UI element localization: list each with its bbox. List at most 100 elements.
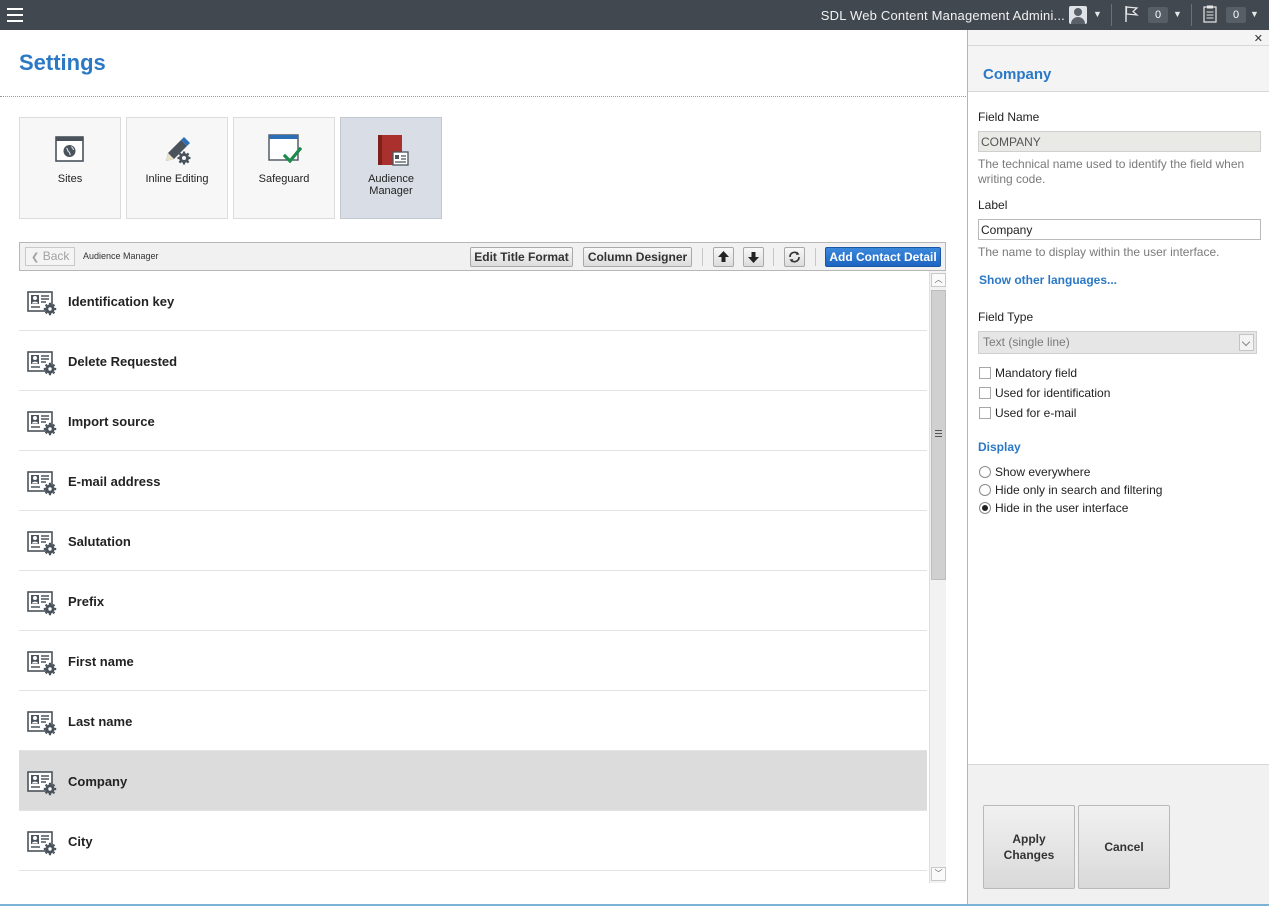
label-label: Label (978, 198, 1008, 212)
app-title: SDL Web Content Management Admini... (820, 8, 1065, 23)
contact-settings-icon (27, 771, 57, 796)
apply-changes-button[interactable]: Apply Changes (983, 805, 1075, 889)
label-help: The name to display within the user inte… (978, 245, 1220, 259)
list-item[interactable]: Salutation (19, 511, 927, 571)
used-for-identification-checkbox[interactable] (979, 387, 991, 399)
list-item[interactable]: Import source (19, 391, 927, 451)
top-bar: SDL Web Content Management Admini... ▼ 0… (0, 0, 1269, 30)
list-item[interactable]: E-mail address (19, 451, 927, 511)
back-button[interactable]: ❮ Back (25, 247, 75, 266)
tasks-count-badge: 0 (1226, 7, 1246, 23)
list-item-label: First name (68, 654, 134, 669)
list-item-label: Last name (68, 714, 133, 729)
field-type-value: Text (single line) (983, 335, 1070, 349)
move-up-button[interactable] (713, 247, 734, 267)
toolbar-divider (815, 248, 816, 266)
user-avatar-icon[interactable] (1069, 6, 1087, 24)
tile-label: Sites (57, 173, 83, 185)
user-menu-chevron-down-icon[interactable]: ▼ (1093, 9, 1102, 19)
field-properties-panel: ✕ Company Field Name The technical name … (967, 30, 1269, 904)
used-for-email-label: Used for e-mail (995, 406, 1077, 420)
list-item-label: Company (68, 774, 128, 789)
contact-settings-icon (27, 471, 57, 496)
list-item-label: Salutation (68, 534, 131, 549)
show-other-languages-link[interactable]: Show other languages... (979, 273, 1117, 287)
panel-footer: Apply Changes Cancel (968, 764, 1269, 904)
tile-label: Audience Manager (368, 173, 414, 197)
tile-sites[interactable]: Sites (19, 117, 121, 219)
display-option-label: Hide only in search and filtering (995, 483, 1163, 497)
field-type-select[interactable]: Text (single line) (978, 331, 1257, 354)
tile-safeguard[interactable]: Safeguard (233, 117, 335, 219)
globe-window-icon (55, 136, 84, 162)
tile-inline-editing[interactable]: Inline Editing (126, 117, 228, 219)
panel-title: Company (983, 66, 1052, 83)
close-icon[interactable]: ✕ (1254, 32, 1263, 45)
title-divider (0, 96, 966, 97)
notifications-chevron-down-icon[interactable]: ▼ (1173, 9, 1182, 19)
column-designer-button[interactable]: Column Designer (583, 247, 692, 267)
contact-settings-icon (27, 531, 57, 556)
move-down-button[interactable] (743, 247, 764, 267)
list-item[interactable]: Last name (19, 691, 927, 751)
mandatory-field-label: Mandatory field (995, 366, 1078, 380)
book-contact-icon (378, 135, 409, 166)
hamburger-menu-icon[interactable] (7, 8, 23, 22)
contact-settings-icon (27, 831, 57, 856)
chevron-down-icon[interactable] (1239, 334, 1254, 351)
tasks-chevron-down-icon[interactable]: ▼ (1250, 9, 1259, 19)
contact-settings-icon (27, 651, 57, 676)
radio-button[interactable] (979, 484, 991, 496)
refresh-button[interactable] (784, 247, 805, 267)
toolbar-divider (1191, 4, 1192, 26)
label-input[interactable] (978, 219, 1261, 240)
list-item[interactable]: Company (19, 751, 927, 811)
panel-header: ✕ Company (968, 30, 1269, 92)
flag-icon[interactable] (1124, 5, 1140, 23)
tile-label: Safeguard (258, 173, 310, 185)
field-name-input[interactable] (978, 131, 1261, 152)
grip-icon (935, 430, 942, 439)
display-option-label: Show everywhere (995, 465, 1091, 479)
list-item-label: City (68, 834, 93, 849)
list-item-label: Delete Requested (68, 354, 178, 369)
field-name-label: Field Name (978, 110, 1040, 124)
scroll-up-chevron-icon[interactable]: ︿ (931, 273, 946, 287)
field-type-label: Field Type (978, 310, 1034, 324)
window-check-icon (268, 134, 302, 164)
tile-audience-manager[interactable]: Audience Manager (340, 117, 442, 219)
arrow-down-icon (748, 252, 759, 263)
scroll-thumb[interactable] (931, 290, 946, 580)
used-for-identification-label: Used for identification (995, 386, 1111, 400)
notifications-count-badge: 0 (1148, 7, 1168, 23)
list-scrollbar[interactable]: ︿ ﹀ (929, 271, 946, 883)
field-name-help: The technical name used to identify the … (978, 157, 1245, 186)
clipboard-icon[interactable] (1203, 5, 1217, 23)
display-option-label: Hide in the user interface (995, 501, 1129, 515)
list-item[interactable]: Prefix (19, 571, 927, 631)
radio-button[interactable] (979, 466, 991, 478)
list-item[interactable]: City (19, 811, 927, 871)
display-section-title: Display (978, 440, 1021, 454)
panel-header-divider (968, 45, 1269, 46)
list-item-label: E-mail address (68, 474, 161, 489)
mandatory-field-checkbox[interactable] (979, 367, 991, 379)
refresh-icon (789, 251, 800, 263)
contact-settings-icon (27, 351, 57, 376)
scroll-down-chevron-icon[interactable]: ﹀ (931, 867, 946, 881)
cancel-button[interactable]: Cancel (1078, 805, 1170, 889)
radio-button-selected[interactable] (979, 502, 991, 514)
used-for-email-checkbox[interactable] (979, 407, 991, 419)
list-item[interactable]: Delete Requested (19, 331, 927, 391)
pencil-gear-icon (166, 137, 191, 165)
list-item[interactable]: Identification key (19, 271, 927, 331)
contact-settings-icon (27, 411, 57, 436)
toolbar-divider (702, 248, 703, 266)
add-contact-detail-button[interactable]: Add Contact Detail (825, 247, 941, 267)
contact-settings-icon (27, 291, 57, 316)
list-toolbar: ❮ Back Audience Manager Edit Title Forma… (19, 242, 946, 271)
list-item[interactable]: First name (19, 631, 927, 691)
tile-label: Inline Editing (145, 173, 209, 185)
edit-title-format-button[interactable]: Edit Title Format (470, 247, 573, 267)
list-item-label: Prefix (68, 594, 105, 609)
